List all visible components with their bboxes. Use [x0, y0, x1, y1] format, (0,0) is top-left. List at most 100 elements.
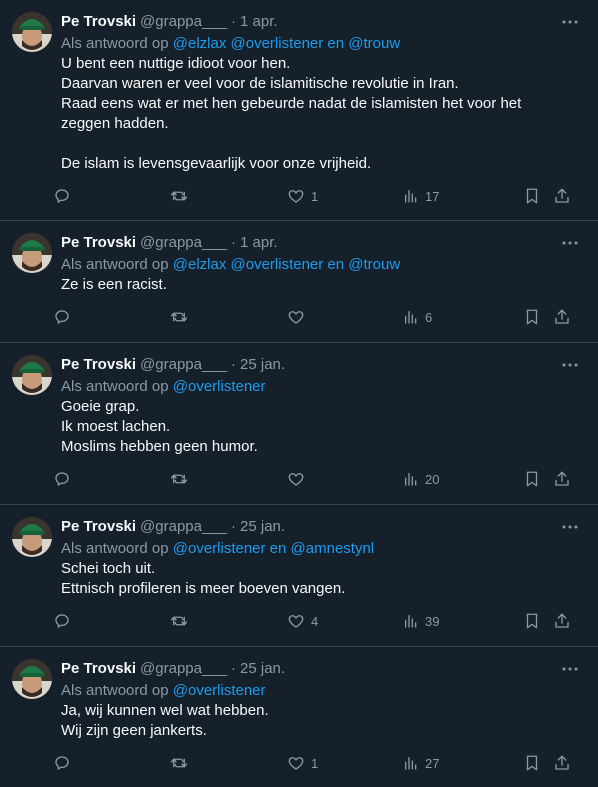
like-button[interactable] — [287, 301, 311, 333]
reply-button[interactable] — [53, 463, 71, 495]
more-options-button[interactable] — [560, 519, 580, 535]
display-name[interactable]: Pe Trovski — [61, 517, 136, 537]
share-button[interactable] — [553, 180, 571, 212]
reply-mentions[interactable]: @overlistener — [173, 682, 266, 699]
user-handle[interactable]: @grappa___ — [140, 233, 227, 253]
display-name[interactable]: Pe Trovski — [61, 355, 136, 375]
user-handle[interactable]: @grappa___ — [140, 659, 227, 679]
avatar[interactable] — [12, 355, 52, 395]
views-button[interactable]: 39 — [403, 605, 439, 637]
user-handle[interactable]: @grappa___ — [140, 517, 227, 537]
avatar[interactable] — [12, 233, 52, 273]
views-icon — [405, 757, 417, 770]
tweet[interactable]: Pe Trovski @grappa___ · 25 jan. Als antw… — [0, 505, 598, 647]
avatar[interactable] — [12, 659, 52, 699]
reply-icon — [55, 472, 69, 486]
reply-mentions[interactable]: @overlistener — [173, 378, 266, 395]
like-button[interactable]: 4 — [287, 605, 318, 637]
views-button[interactable]: 17 — [403, 180, 439, 212]
share-button[interactable] — [553, 747, 571, 779]
share-icon — [555, 188, 569, 203]
more-options-button[interactable] — [560, 14, 580, 30]
heart-icon — [288, 615, 304, 628]
retweet-button[interactable] — [169, 747, 189, 779]
reply-mentions[interactable]: @overlistener en @amnestynl — [173, 540, 374, 557]
more-options-button[interactable] — [560, 661, 580, 677]
tweet-date[interactable]: 1 apr. — [240, 12, 278, 32]
user-handle[interactable]: @grappa___ — [140, 12, 227, 32]
like-count: 4 — [311, 613, 319, 629]
tweet[interactable]: Pe Trovski @grappa___ · 25 jan. Als antw… — [0, 647, 598, 786]
retweet-button[interactable] — [169, 301, 189, 333]
tweet[interactable]: Pe Trovski @grappa___ · 1 apr. Als antwo… — [0, 221, 598, 343]
display-name[interactable]: Pe Trovski — [61, 659, 136, 679]
bookmark-button[interactable] — [523, 180, 541, 212]
user-handle[interactable]: @grappa___ — [140, 355, 227, 375]
more-icon — [562, 241, 578, 245]
tweet-text: Schei toch uit. Ettnisch profileren is m… — [61, 559, 582, 599]
display-name[interactable]: Pe Trovski — [61, 12, 136, 32]
heart-icon — [288, 190, 304, 203]
bookmark-icon — [526, 471, 538, 487]
tweet[interactable]: Pe Trovski @grappa___ · 25 jan. Als antw… — [0, 343, 598, 505]
tweet-date[interactable]: 1 apr. — [240, 233, 278, 253]
like-count: 1 — [311, 755, 319, 771]
bookmark-button[interactable] — [523, 463, 541, 495]
tweet-date[interactable]: 25 jan. — [240, 355, 285, 375]
tweet[interactable]: Pe Trovski @grappa___ · 1 apr. Als antwo… — [0, 0, 598, 221]
retweet-button[interactable] — [169, 605, 189, 637]
like-count: 1 — [311, 188, 319, 204]
tweet-text-line: U bent een nuttige idioot voor hen. — [61, 55, 291, 72]
reply-button[interactable] — [53, 301, 71, 333]
display-name[interactable]: Pe Trovski — [61, 233, 136, 253]
avatar[interactable] — [12, 12, 52, 52]
reply-prefix: Als antwoord op — [61, 540, 169, 557]
view-count: 6 — [425, 309, 433, 325]
tweet-actions: 1 27 — [55, 747, 582, 787]
reply-button[interactable] — [53, 605, 71, 637]
tweet-date[interactable]: 25 jan. — [240, 659, 285, 679]
share-button[interactable] — [553, 605, 571, 637]
reply-icon — [55, 756, 69, 770]
tweet-text-line: Ik moest lachen. — [61, 418, 171, 435]
tweet-text-line: Wij zijn geen jankerts. — [61, 722, 207, 739]
tweet-text: Ze is een racist. — [61, 275, 582, 295]
bookmark-button[interactable] — [523, 747, 541, 779]
view-count: 39 — [425, 613, 440, 629]
tweet-text-line: Raad eens wat er met hen gebeurde nadat … — [61, 95, 522, 112]
reply-button[interactable] — [53, 747, 71, 779]
retweet-icon — [170, 191, 188, 201]
reply-context: Als antwoord op @overlistener — [61, 681, 582, 701]
views-icon — [405, 473, 417, 486]
views-button[interactable]: 27 — [403, 747, 439, 779]
tweet-actions: 1 17 — [55, 180, 582, 220]
reply-context: Als antwoord op @overlistener — [61, 377, 582, 397]
share-icon — [555, 471, 569, 486]
share-button[interactable] — [553, 301, 571, 333]
avatar[interactable] — [12, 517, 52, 557]
views-button[interactable]: 6 — [403, 301, 432, 333]
heart-icon — [288, 757, 304, 770]
bookmark-button[interactable] — [523, 301, 541, 333]
retweet-button[interactable] — [169, 180, 189, 212]
views-button[interactable]: 20 — [403, 463, 439, 495]
tweet-text: Goeie grap. Ik moest lachen. Moslims heb… — [61, 397, 582, 457]
share-button[interactable] — [553, 463, 571, 495]
like-button[interactable]: 1 — [287, 180, 318, 212]
bookmark-icon — [526, 755, 538, 771]
share-icon — [555, 755, 569, 770]
reply-mentions[interactable]: @elzlax @overlistener en @trouw — [173, 35, 400, 52]
separator-dot: · — [231, 234, 237, 251]
share-icon — [555, 309, 569, 324]
reply-button[interactable] — [53, 180, 71, 212]
bookmark-button[interactable] — [523, 605, 541, 637]
like-button[interactable]: 1 — [287, 747, 318, 779]
tweet-date[interactable]: 25 jan. — [240, 517, 285, 537]
more-options-button[interactable] — [560, 357, 580, 373]
view-count: 27 — [425, 755, 440, 771]
more-options-button[interactable] — [560, 235, 580, 251]
tweet-text-line — [61, 134, 582, 154]
reply-mentions[interactable]: @elzlax @overlistener en @trouw — [173, 256, 400, 273]
like-button[interactable] — [287, 463, 311, 495]
retweet-button[interactable] — [169, 463, 189, 495]
